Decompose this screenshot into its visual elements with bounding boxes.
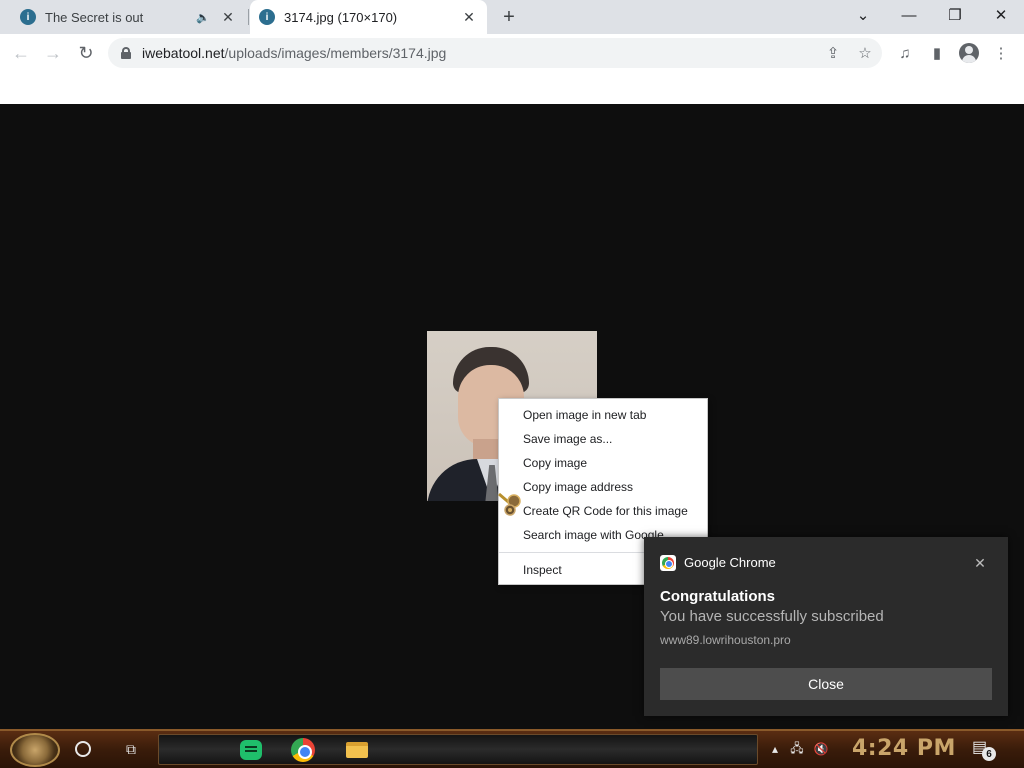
screen: i The Secret is out 🔈 ✕ i 3174.jpg (170×… [0,0,1024,768]
taskbar-clock[interactable]: 4:24 PM [852,736,956,761]
url-text: iwebatool.net/uploads/images/members/317… [142,45,446,61]
notification-close-button[interactable]: Close [660,668,992,700]
side-panel-icon[interactable]: ▮ [922,38,952,68]
window-close-button[interactable]: ✕ [978,0,1024,30]
site-favicon-icon: i [259,9,275,25]
pinned-apps [158,734,758,765]
profile-button[interactable] [954,38,984,68]
menu-button[interactable]: ⋮ [986,38,1016,68]
tray-overflow-icon[interactable]: ▴ [766,741,784,757]
tab-strip: i The Secret is out 🔈 ✕ i 3174.jpg (170×… [0,0,1024,34]
notification-count-badge: 6 [982,747,996,761]
menu-item-create-qr-code[interactable]: Create QR Code for this image [499,499,707,523]
browser-toolbar: ← → ↻ iwebatool.net/uploads/images/membe… [0,34,1024,72]
cortana-icon[interactable] [75,741,91,757]
close-tab-icon[interactable]: ✕ [459,7,479,27]
menu-item-open-image-new-tab[interactable]: Open image in new tab [499,403,707,427]
avatar [959,43,979,63]
reload-button[interactable]: ↻ [71,38,101,68]
media-control-icon[interactable]: ♫ [890,38,920,68]
notification-message: You have successfully subscribed [660,608,884,625]
tab-search-button[interactable]: ⌄ [840,0,886,30]
menu-item-copy-image-address[interactable]: Copy image address [499,475,707,499]
minimize-button[interactable]: — [886,0,932,30]
file-explorer-icon[interactable] [343,737,371,763]
chat-app-icon[interactable] [237,737,265,763]
tab-title: The Secret is out [45,9,144,25]
toolbar-spacer [0,72,1024,104]
mouse-cursor-icon [498,492,521,516]
tab-divider [248,9,249,25]
back-button[interactable]: ← [6,38,36,68]
url-path: /uploads/images/members/3174.jpg [224,45,447,61]
notification-title: Congratulations [660,588,775,605]
tab-secret[interactable]: i The Secret is out 🔈 ✕ [0,0,246,34]
url-domain: iwebatool.net [142,45,225,61]
forward-button[interactable]: → [38,38,68,68]
share-icon[interactable]: ⇪ [822,42,844,64]
lock-icon[interactable] [120,47,132,59]
notification-app-name: Google Chrome [684,555,776,570]
taskbar: ⧉ ▴ 🖧 🔇 4:24 PM ▤ 6 [0,729,1024,768]
close-tab-icon[interactable]: ✕ [218,7,238,27]
chrome-notification: Google Chrome ✕ Congratulations You have… [644,537,1008,716]
notification-source: www89.lowrihouston.pro [660,633,791,647]
chrome-icon [660,555,676,571]
tab-title: 3174.jpg (170×170) [284,9,398,25]
star-icon[interactable]: ☆ [854,42,876,64]
tab-image[interactable]: i 3174.jpg (170×170) ✕ [250,0,487,34]
chrome-taskbar-icon[interactable] [289,737,317,763]
address-bar[interactable]: iwebatool.net/uploads/images/members/317… [108,38,882,68]
start-button[interactable] [10,733,60,767]
volume-muted-icon[interactable]: 🔇 [812,741,830,757]
restore-button[interactable]: ❐ [932,0,978,30]
menu-item-copy-image[interactable]: Copy image [499,451,707,475]
site-favicon-icon: i [20,9,36,25]
close-icon[interactable]: ✕ [970,553,990,573]
network-icon[interactable]: 🖧 [788,741,806,757]
new-tab-button[interactable]: + [497,5,521,29]
action-center-icon[interactable]: ▤ 6 [972,737,998,763]
menu-item-save-image-as[interactable]: Save image as... [499,427,707,451]
task-view-icon[interactable]: ⧉ [120,739,142,759]
speaker-icon[interactable]: 🔈 [194,11,212,24]
